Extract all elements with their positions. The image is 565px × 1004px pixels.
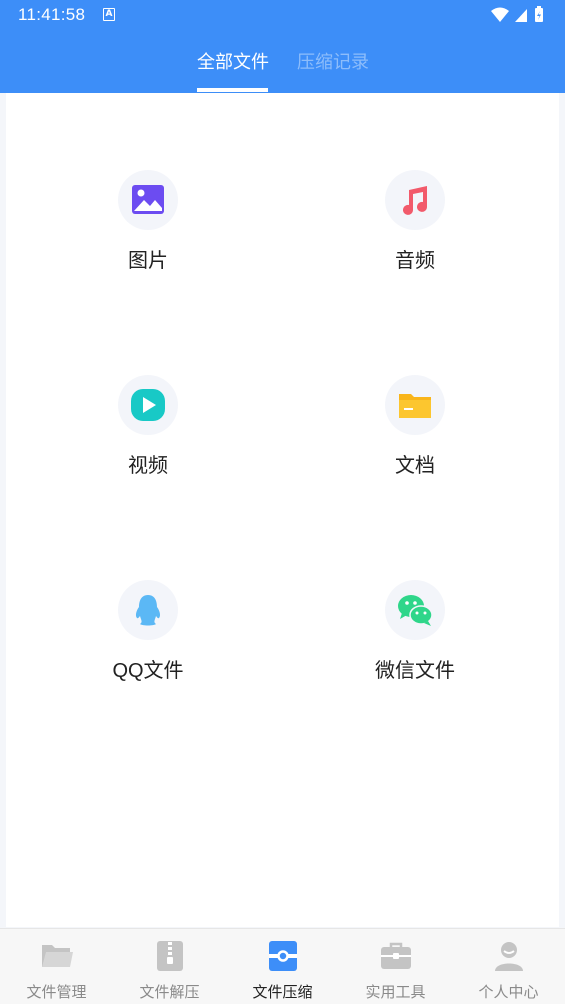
category-documents[interactable]: 文档	[315, 375, 515, 495]
nav-profile[interactable]: 个人中心	[452, 929, 565, 1004]
category-icon-bg	[118, 580, 178, 640]
nav-label: 文件管理	[26, 984, 87, 1001]
status-bar: 11:41:58 A	[0, 0, 565, 32]
app-header: 11:41:58 A 全部文件 压缩记录	[0, 0, 565, 93]
category-label: 微信文件	[375, 660, 455, 682]
nav-label: 实用工具	[365, 984, 426, 1001]
nav-file-compress[interactable]: 文件压缩	[226, 929, 339, 1004]
zip-file-icon	[157, 941, 183, 971]
category-audio[interactable]: 音频	[315, 170, 515, 290]
tab-bar: 全部文件 压缩记录	[0, 48, 565, 93]
compress-icon	[269, 941, 297, 971]
toolbox-icon	[381, 942, 411, 969]
category-icon-bg	[118, 170, 178, 230]
nav-label: 文件解压	[139, 984, 200, 1001]
category-icon-bg	[118, 375, 178, 435]
category-label: 视频	[128, 455, 168, 477]
category-label: 音频	[395, 250, 435, 272]
file-category-grid: 图片 音频 视频 文档 QQ文件 微信文件	[6, 93, 559, 927]
category-video[interactable]: 视频	[48, 375, 248, 495]
user-icon	[495, 942, 523, 971]
folder-icon	[399, 394, 431, 418]
category-icon-bg	[385, 375, 445, 435]
tab-all-files[interactable]: 全部文件	[197, 48, 269, 74]
wifi-icon	[491, 7, 509, 22]
status-icons	[491, 6, 543, 22]
category-label: QQ文件	[112, 660, 184, 682]
category-qq-files[interactable]: QQ文件	[48, 580, 248, 700]
wechat-icon	[398, 595, 433, 626]
nav-label: 个人中心	[478, 984, 539, 1001]
qq-penguin-icon	[135, 595, 161, 626]
battery-icon	[535, 6, 543, 22]
category-images[interactable]: 图片	[48, 170, 248, 290]
nav-file-manager[interactable]: 文件管理	[0, 929, 113, 1004]
cellular-signal-icon	[515, 9, 527, 22]
nav-file-extract[interactable]: 文件解压	[113, 929, 226, 1004]
music-note-icon	[403, 186, 427, 215]
category-label: 图片	[128, 250, 168, 272]
notification-icon: A	[103, 8, 115, 21]
nav-utilities[interactable]: 实用工具	[339, 929, 452, 1004]
category-icon-bg	[385, 170, 445, 230]
category-icon-bg	[385, 580, 445, 640]
play-icon	[131, 389, 165, 421]
category-wechat-files[interactable]: 微信文件	[315, 580, 515, 700]
tab-active-indicator	[197, 88, 268, 92]
status-time: 11:41:58	[18, 5, 86, 24]
tab-compress-history[interactable]: 压缩记录	[297, 48, 369, 74]
nav-label: 文件压缩	[252, 984, 313, 1001]
bottom-navigation: 文件管理 文件解压 文件压缩 实用工具 个人中心	[0, 928, 565, 1004]
folder-open-icon	[42, 945, 73, 967]
category-label: 文档	[395, 455, 435, 477]
image-icon	[132, 185, 164, 214]
